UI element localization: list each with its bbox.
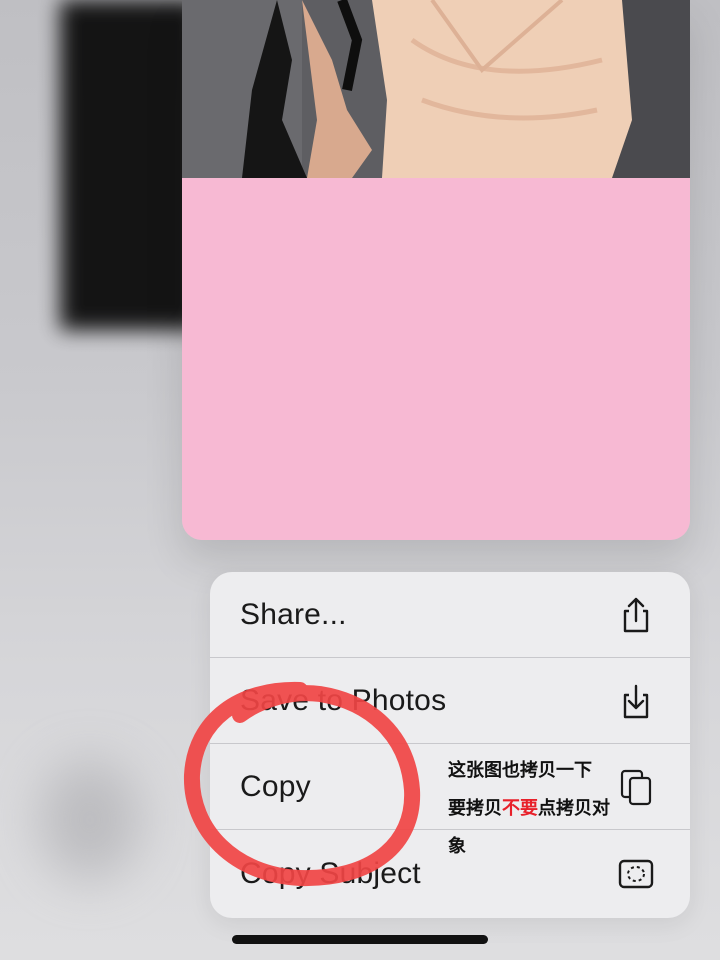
annotation-line-2-start: 要拷贝 (448, 798, 502, 819)
annotation-line-1: 这张图也拷贝一下 (448, 760, 592, 781)
copy-subject-label: Copy Subject (240, 857, 421, 890)
share-icon (623, 597, 649, 633)
home-indicator[interactable] (232, 935, 488, 944)
annotation-emphasis: 不要 (502, 798, 538, 819)
image-preview[interactable] (182, 0, 690, 540)
save-to-photos-label: Save to Photos (240, 684, 447, 717)
annotation-line-2: 要拷贝不要点拷贝对 (448, 790, 658, 828)
context-menu: Share... Save to Photos Copy Copy Subjec… (210, 572, 690, 918)
save-to-photos-menu-item[interactable]: Save to Photos (210, 658, 690, 744)
preview-pink-area (182, 178, 690, 540)
annotation-line-2-end: 点拷贝对 (538, 798, 610, 819)
background-blurred-image (60, 0, 200, 330)
share-label: Share... (240, 598, 347, 631)
share-menu-item[interactable]: Share... (210, 572, 690, 658)
preview-photo (182, 0, 690, 178)
chinese-annotation-note: 这张图也拷贝一下 要拷贝不要点拷贝对 象 (448, 752, 658, 866)
annotation-line-3: 象 (448, 836, 466, 857)
copy-label: Copy (240, 770, 311, 803)
save-to-photos-icon (623, 684, 649, 719)
photo-illustration (182, 0, 690, 178)
background-blur-spot (40, 760, 140, 880)
